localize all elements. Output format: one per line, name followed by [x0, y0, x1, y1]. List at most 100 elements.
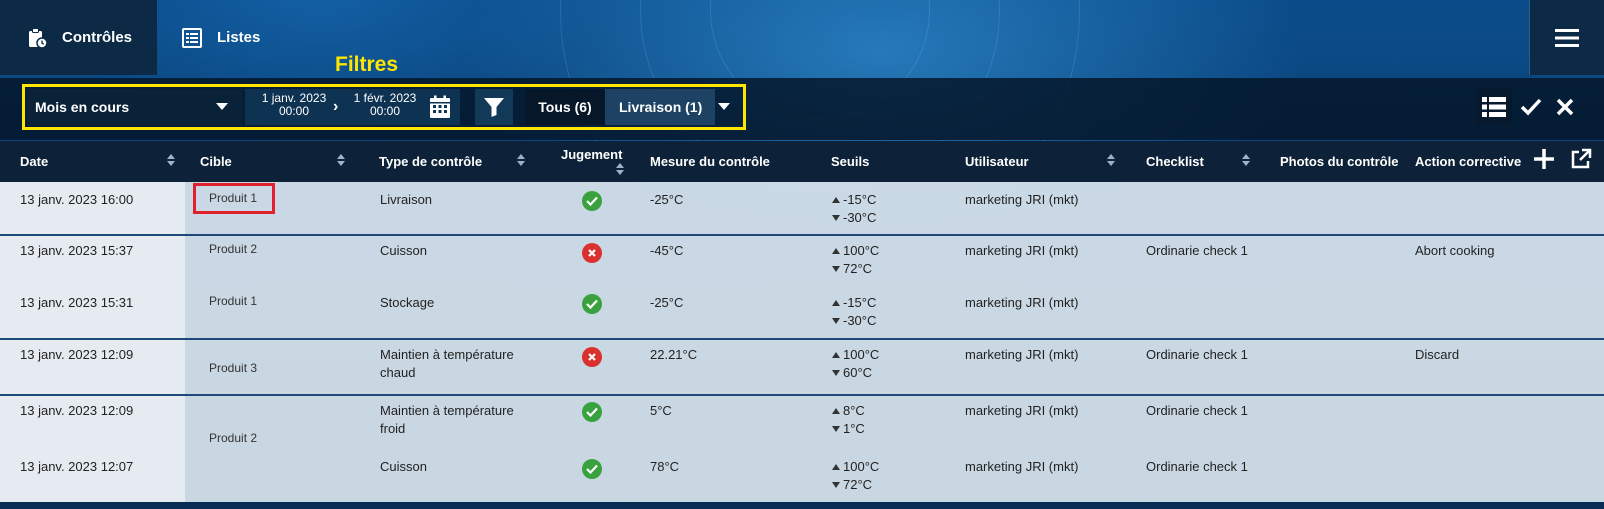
sort-icon — [167, 154, 175, 166]
filters-highlight-box — [22, 84, 746, 130]
threshold-low: 60°C — [832, 364, 872, 382]
threshold-value: -15°C — [843, 295, 877, 310]
threshold-low: 72°C — [832, 260, 872, 278]
threshold-value: 72°C — [843, 477, 873, 492]
threshold-value: 60°C — [843, 365, 873, 380]
column-header-type[interactable]: Type de contrôle — [355, 141, 535, 182]
triangle-up-icon — [832, 408, 840, 414]
column-header-label: Jugement — [561, 147, 623, 162]
cell-checklist: Ordinarie check 1 — [1146, 459, 1248, 474]
column-header-label: Action corrective — [1415, 154, 1522, 169]
column-header-checklist[interactable]: Checklist — [1125, 141, 1260, 182]
cell-type: Cuisson — [380, 459, 427, 474]
table-body — [0, 182, 1604, 502]
triangle-up-icon — [832, 300, 840, 306]
cell-mesure: -45°C — [650, 243, 684, 258]
column-header-cible[interactable]: Cible — [185, 141, 355, 182]
threshold-high: 8°C — [832, 402, 865, 420]
sort-icon — [337, 154, 345, 166]
tab-label: Contrôles — [62, 29, 133, 46]
status-ko-icon — [582, 243, 602, 263]
cell-cible[interactable]: Produit 1 — [209, 294, 257, 308]
cell-cible[interactable]: Produit 2 — [209, 242, 257, 256]
cell-type: Cuisson — [380, 243, 427, 258]
threshold-value: 1°C — [843, 421, 865, 436]
column-header-label: Checklist — [1146, 154, 1204, 169]
tab-controles[interactable]: Contrôles — [0, 0, 157, 75]
triangle-down-icon — [832, 426, 840, 432]
triangle-down-icon — [832, 482, 840, 488]
triangle-down-icon — [832, 318, 840, 324]
threshold-value: 8°C — [843, 403, 865, 418]
clipboard-icon — [26, 27, 48, 49]
status-ok-icon — [582, 191, 602, 211]
cell-utilisateur: marketing JRI (mkt) — [965, 243, 1079, 258]
triangle-down-icon — [832, 215, 840, 221]
group-separator — [0, 394, 1604, 396]
tab-label: Listes — [217, 29, 261, 46]
clear-button[interactable] — [1550, 89, 1580, 125]
rows-bg — [185, 182, 1604, 502]
threshold-value: 72°C — [843, 261, 873, 276]
external-link-icon[interactable] — [1570, 148, 1592, 175]
cell-action: Discard — [1415, 347, 1460, 362]
sort-icon — [616, 163, 624, 175]
group-separator — [0, 234, 1604, 236]
cell-utilisateur: marketing JRI (mkt) — [965, 347, 1079, 362]
cell-date: 13 janv. 2023 16:00 — [20, 192, 134, 207]
tab-listes[interactable]: Listes — [157, 0, 297, 75]
column-header-utilisateur[interactable]: Utilisateur — [945, 141, 1125, 182]
filters-annotation: Filtres — [335, 53, 399, 76]
cell-date: 13 janv. 2023 15:31 — [20, 295, 134, 310]
cell-type-line1: Maintien à température — [380, 347, 514, 362]
threshold-high: -15°C — [832, 294, 876, 312]
top-navigation: Contrôles Listes — [0, 0, 1604, 75]
cell-cible[interactable]: Produit 3 — [209, 361, 257, 375]
threshold-value: -30°C — [843, 313, 877, 328]
cell-mesure: -25°C — [650, 192, 684, 207]
triangle-up-icon — [832, 197, 840, 203]
cell-action: Abort cooking — [1415, 243, 1495, 258]
column-header-date[interactable]: Date — [0, 141, 185, 182]
threshold-high: 100°C — [832, 346, 879, 364]
column-header-action[interactable]: Action corrective — [1400, 141, 1530, 182]
cell-utilisateur: marketing JRI (mkt) — [965, 295, 1079, 310]
cell-mesure: 5°C — [650, 403, 672, 418]
cell-type: Stockage — [380, 295, 435, 310]
column-header-mesure[interactable]: Mesure du contrôle — [630, 141, 805, 182]
date-column-bg — [0, 182, 185, 502]
cell-utilisateur: marketing JRI (mkt) — [965, 192, 1079, 207]
table-header: Date Cible Type de contrôle Jugement Mes… — [0, 141, 1604, 182]
threshold-value: 100°C — [843, 459, 880, 474]
list-view-button[interactable] — [1476, 89, 1512, 125]
cell-checklist: Ordinarie check 1 — [1146, 403, 1248, 418]
cell-checklist: Ordinarie check 1 — [1146, 243, 1248, 258]
add-icon[interactable] — [1533, 148, 1555, 175]
cell-type-line2: chaud — [380, 365, 416, 380]
menu-button[interactable] — [1529, 0, 1604, 75]
triangle-up-icon — [832, 464, 840, 470]
cell-type-line1: Maintien à température — [380, 403, 514, 418]
threshold-value: -30°C — [843, 210, 877, 225]
column-header-jugement[interactable]: Jugement — [535, 141, 630, 182]
close-icon — [1556, 98, 1574, 116]
cell-cible[interactable]: Produit 2 — [209, 431, 257, 445]
sort-icon — [1242, 154, 1250, 166]
status-ok-icon — [582, 459, 602, 479]
column-header-seuils[interactable]: Seuils — [805, 141, 945, 182]
column-header-photos[interactable]: Photos du contrôle — [1260, 141, 1400, 182]
hamburger-icon — [1555, 28, 1579, 47]
cell-date: 13 janv. 2023 12:07 — [20, 459, 134, 474]
cell-utilisateur: marketing JRI (mkt) — [965, 459, 1079, 474]
cell-mesure: -25°C — [650, 295, 684, 310]
triangle-down-icon — [832, 266, 840, 272]
threshold-high: 100°C — [832, 458, 879, 476]
validate-button[interactable] — [1516, 89, 1546, 125]
cell-mesure: 22.21°C — [650, 347, 698, 362]
sort-icon — [1107, 154, 1115, 166]
triangle-up-icon — [832, 352, 840, 358]
list-view-icon — [1482, 97, 1506, 117]
threshold-high: -15°C — [832, 191, 876, 209]
triangle-up-icon — [832, 248, 840, 254]
cell-type-line2: froid — [380, 421, 406, 436]
